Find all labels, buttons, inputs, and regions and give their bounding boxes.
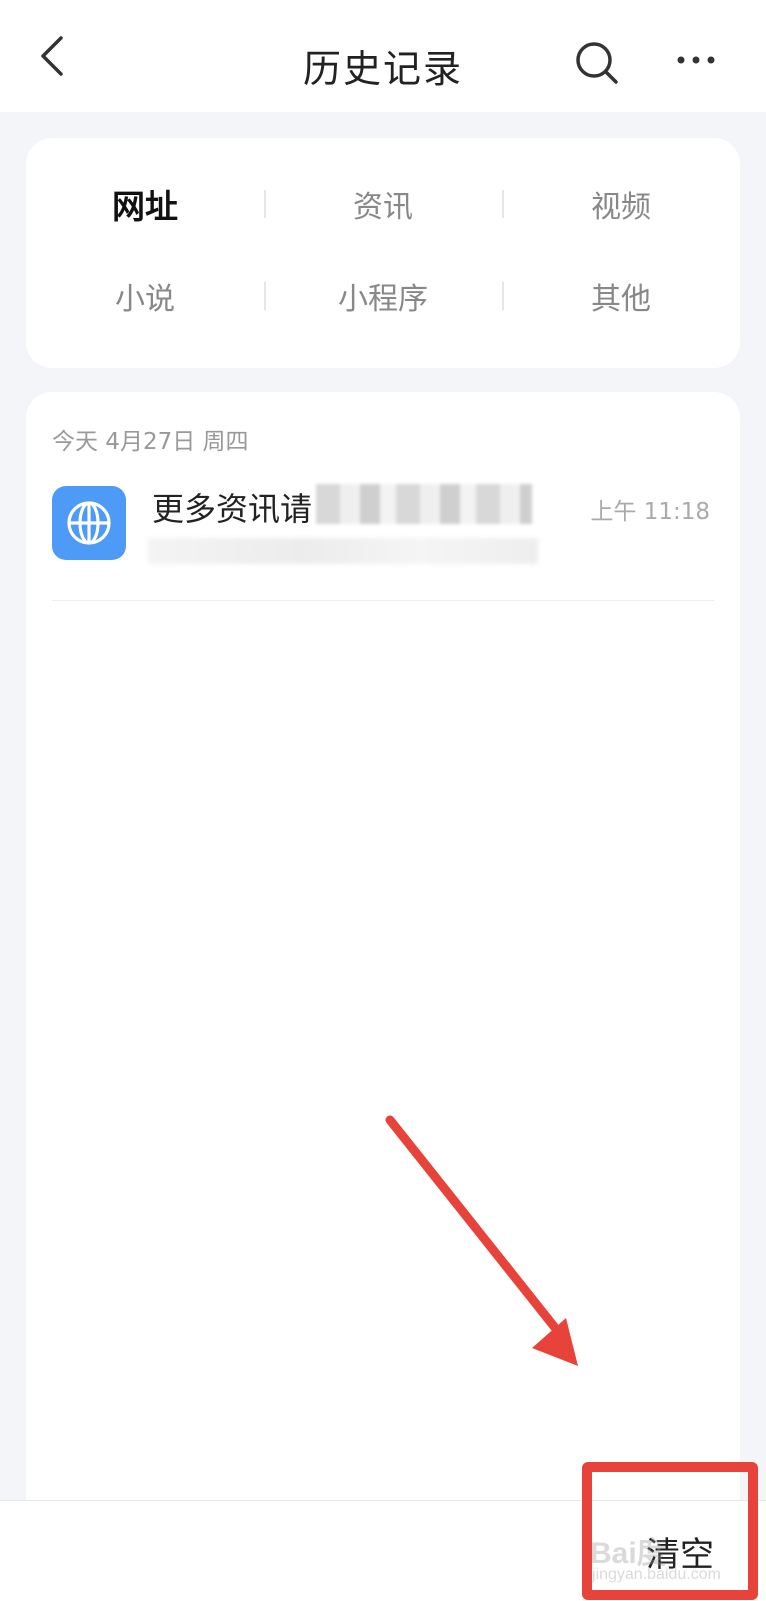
globe-icon: [67, 501, 111, 545]
redacted-url-blur: [148, 538, 538, 564]
category-tab-mini-program[interactable]: 小程序: [264, 266, 502, 326]
date-group-label: 今天 4月27日 周四: [52, 429, 249, 455]
annotation-arrow-icon: [385, 1115, 578, 1366]
category-row: 小说 小程序 其他: [26, 266, 740, 326]
history-item[interactable]: 更多资讯请 上午 11:18: [26, 482, 740, 592]
redacted-title-blur: [316, 484, 532, 524]
page-title: 历史记录: [302, 47, 463, 91]
category-tab-novel[interactable]: 小说: [26, 266, 264, 326]
category-tab-other[interactable]: 其他: [502, 266, 740, 326]
bottom-action-bar: 清空: [0, 1500, 766, 1601]
divider: [52, 600, 714, 601]
clear-history-button[interactable]: 清空: [620, 1521, 740, 1581]
category-tab-news[interactable]: 资讯: [264, 174, 502, 234]
category-tab-video[interactable]: 视频: [502, 174, 740, 234]
more-button[interactable]: [668, 38, 724, 82]
top-bar: 历史记录: [0, 0, 766, 112]
history-item-time: 上午 11:18: [590, 499, 710, 525]
more-dots-icon: [677, 56, 715, 64]
category-tab-url[interactable]: 网址: [26, 174, 264, 234]
history-item-title: 更多资讯请: [152, 490, 313, 528]
category-row: 网址 资讯 视频: [26, 174, 740, 234]
site-icon: [52, 486, 126, 560]
search-button[interactable]: [572, 38, 622, 88]
search-icon: [576, 42, 618, 84]
category-filter-card: 网址 资讯 视频 小说 小程序 其他: [26, 138, 740, 368]
